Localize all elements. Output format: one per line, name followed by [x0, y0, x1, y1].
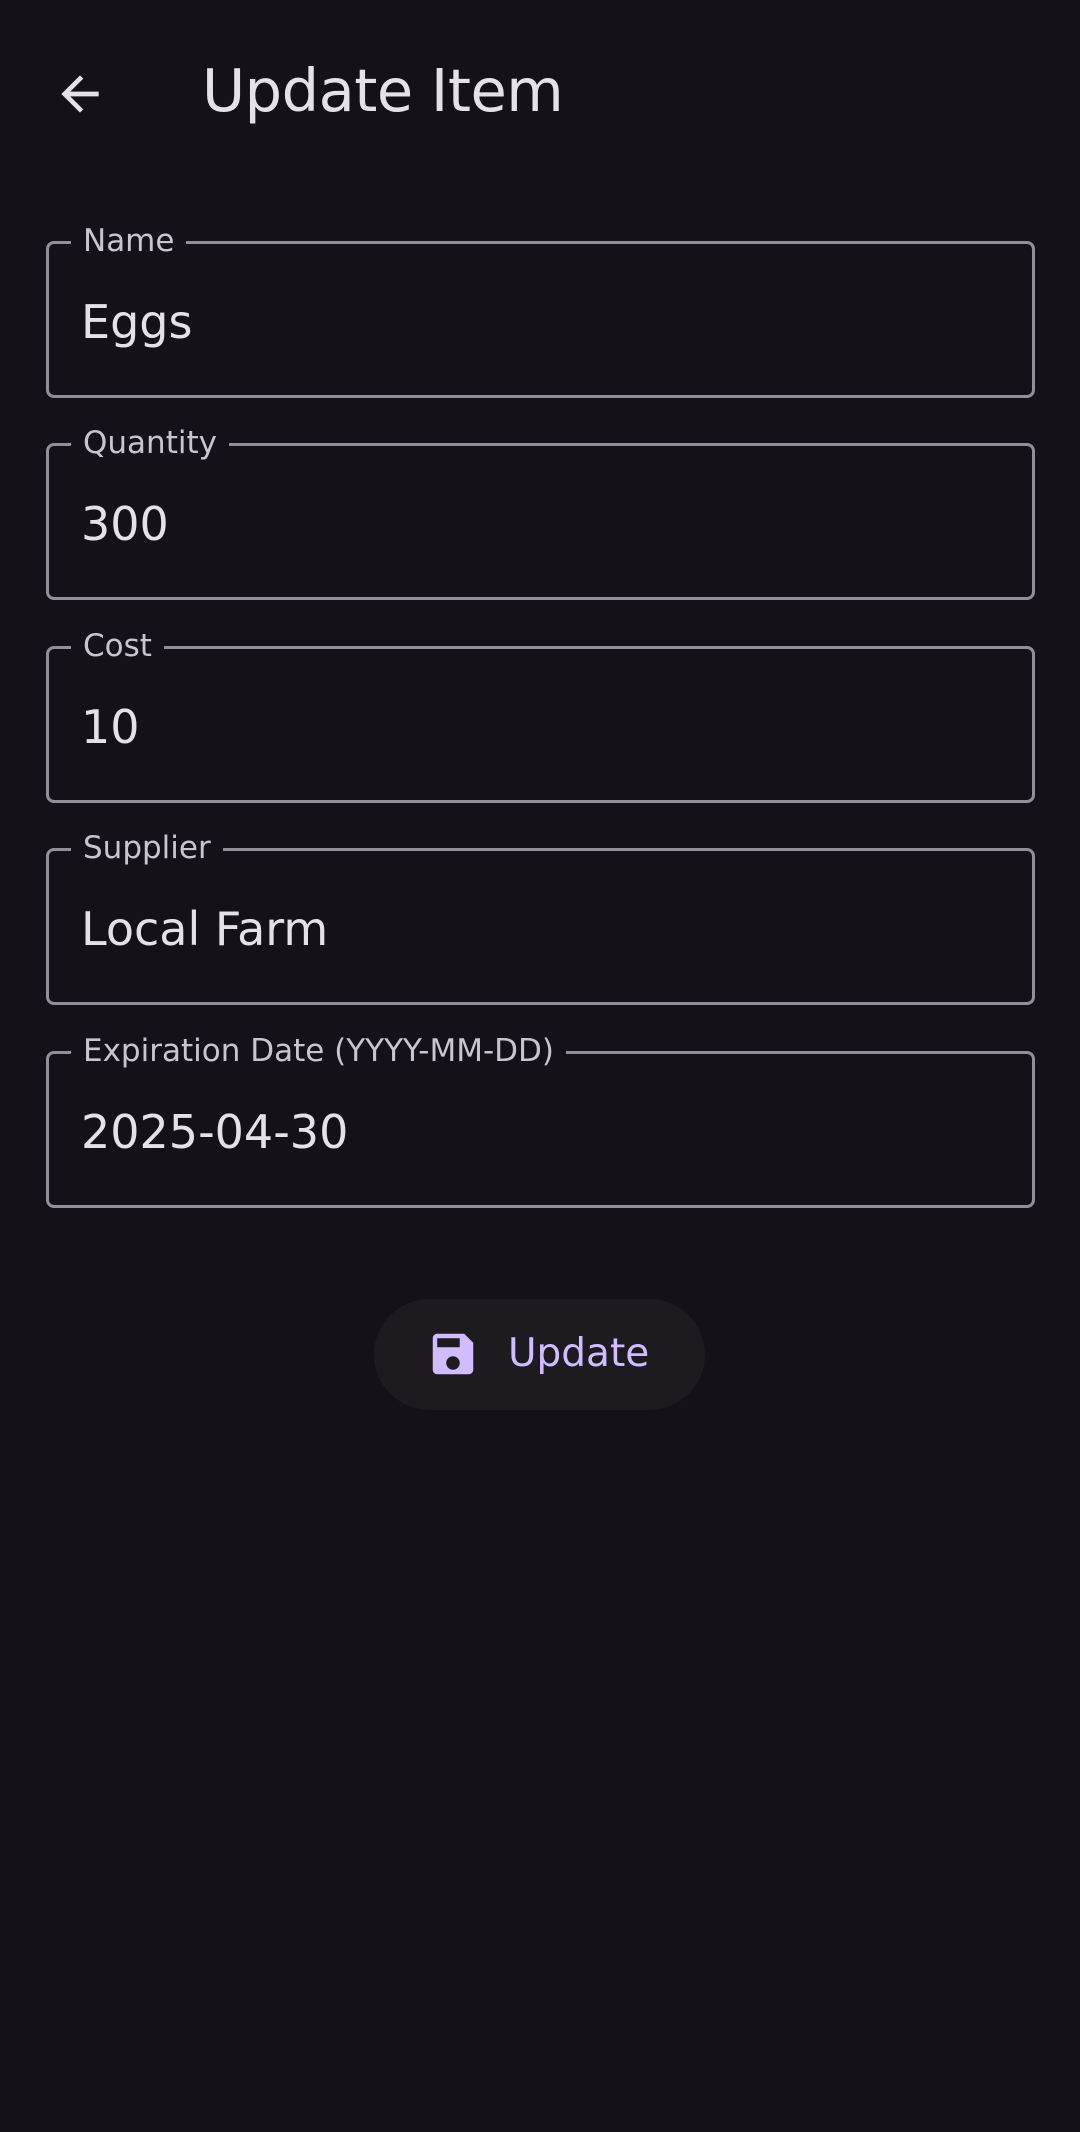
- cost-field[interactable]: Cost 10: [46, 625, 1035, 803]
- name-field-value[interactable]: Eggs: [81, 294, 192, 350]
- expiration-date-field-label: Expiration Date (YYYY-MM-DD): [71, 1030, 567, 1072]
- quantity-field-label: Quantity: [71, 422, 229, 464]
- name-field[interactable]: Name Eggs: [46, 220, 1035, 398]
- update-button-label: Update: [508, 1331, 650, 1376]
- supplier-field[interactable]: Supplier Local Farm: [46, 827, 1035, 1005]
- update-item-screen: Update Item Name Eggs Quantity 300 Cost …: [0, 0, 1080, 2132]
- quantity-field[interactable]: Quantity 300: [46, 422, 1035, 600]
- save-icon: [432, 1333, 474, 1375]
- cost-field-label: Cost: [71, 625, 164, 667]
- back-button[interactable]: [40, 54, 120, 134]
- name-field-label: Name: [71, 220, 187, 262]
- supplier-field-label: Supplier: [71, 827, 223, 869]
- arrow-back-icon: [61, 75, 99, 113]
- top-app-bar: Update Item: [0, 0, 1080, 190]
- expiration-date-field-value[interactable]: 2025-04-30: [81, 1104, 348, 1160]
- page-title: Update Item: [202, 56, 564, 125]
- expiration-date-field[interactable]: Expiration Date (YYYY-MM-DD) 2025-04-30: [46, 1030, 1035, 1208]
- cost-field-value[interactable]: 10: [81, 699, 140, 755]
- supplier-field-value[interactable]: Local Farm: [81, 901, 328, 957]
- update-button[interactable]: Update: [374, 1299, 705, 1410]
- quantity-field-value[interactable]: 300: [81, 496, 169, 552]
